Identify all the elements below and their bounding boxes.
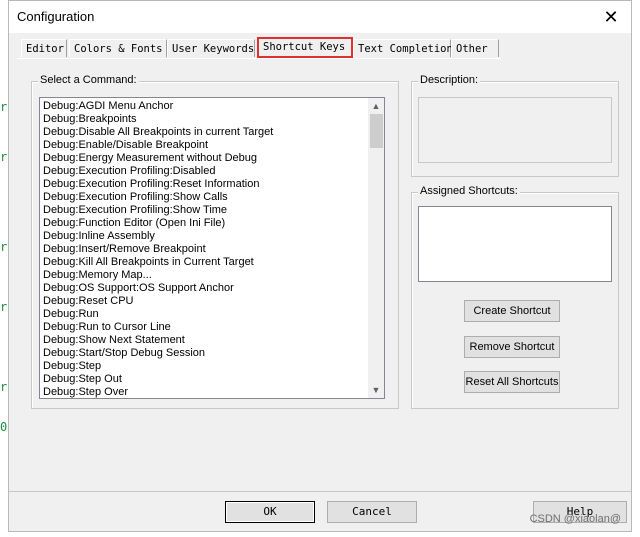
list-item[interactable]: Debug:Function Editor (Open Ini File) bbox=[43, 217, 363, 230]
list-item[interactable]: Debug:Execution Profiling:Reset Informat… bbox=[43, 178, 363, 191]
bg-code-glyph: r bbox=[0, 300, 8, 314]
background-editor-edge: r r r r r 0 bbox=[0, 0, 8, 537]
background-bottom-strip bbox=[0, 532, 640, 537]
command-items: Debug:AGDI Menu Anchor Debug:Breakpoints… bbox=[43, 100, 363, 398]
command-group: Select a Command: Debug:AGDI Menu Anchor… bbox=[31, 74, 399, 409]
remove-shortcut-button[interactable]: Remove Shortcut bbox=[464, 336, 560, 358]
footer-divider bbox=[9, 491, 631, 492]
command-group-label: Select a Command: bbox=[38, 74, 139, 86]
list-item[interactable]: Debug:Kill All Breakpoints in Current Ta… bbox=[43, 256, 363, 269]
list-item[interactable]: Debug:Memory Map... bbox=[43, 269, 363, 282]
scrollbar-thumb[interactable] bbox=[370, 114, 383, 148]
command-listbox[interactable]: Debug:AGDI Menu Anchor Debug:Breakpoints… bbox=[39, 97, 385, 399]
list-item[interactable]: Debug:Execution Profiling:Show Calls bbox=[43, 191, 363, 204]
shortcut-keys-panel: Select a Command: Debug:AGDI Menu Anchor… bbox=[23, 59, 623, 489]
tab-shortcut-keys[interactable]: Shortcut Keys bbox=[257, 37, 353, 58]
bg-code-glyph: r bbox=[0, 240, 8, 254]
assigned-shortcuts-listbox[interactable] bbox=[418, 206, 612, 282]
window-title: Configuration bbox=[17, 9, 95, 24]
close-icon[interactable]: ✕ bbox=[599, 5, 623, 29]
assigned-shortcuts-group: Assigned Shortcuts: Create Shortcut Remo… bbox=[411, 185, 619, 409]
bg-code-glyph: r bbox=[0, 380, 8, 394]
tab-user-keywords[interactable]: User Keywords bbox=[167, 39, 255, 57]
title-bar: Configuration ✕ bbox=[9, 1, 631, 33]
list-item[interactable]: Debug:Disable All Breakpoints in current… bbox=[43, 126, 363, 139]
list-item[interactable]: Debug:Start/Stop Debug Session bbox=[43, 347, 363, 360]
chevron-up-icon[interactable]: ▲ bbox=[368, 98, 384, 114]
list-item[interactable]: Debug:Insert/Remove Breakpoint bbox=[43, 243, 363, 256]
tab-colors-fonts[interactable]: Colors & Fonts bbox=[69, 39, 167, 57]
bg-code-glyph: 0 bbox=[0, 420, 8, 434]
list-item[interactable]: Debug:OS Support:OS Support Anchor bbox=[43, 282, 363, 295]
list-item[interactable]: Debug:Step bbox=[43, 360, 363, 373]
tab-text-completion[interactable]: Text Completion bbox=[353, 39, 453, 57]
list-item[interactable]: Debug:AGDI Menu Anchor bbox=[43, 100, 363, 113]
tab-editor[interactable]: Editor bbox=[21, 39, 67, 57]
list-item[interactable]: Debug:Run bbox=[43, 308, 363, 321]
create-shortcut-button[interactable]: Create Shortcut bbox=[464, 300, 560, 322]
command-scrollbar[interactable]: ▲ ▼ bbox=[368, 98, 384, 398]
description-label: Description: bbox=[418, 74, 481, 86]
list-item[interactable]: Debug:Breakpoints bbox=[43, 113, 363, 126]
list-item[interactable]: Debug:Step Over bbox=[43, 386, 363, 398]
bg-code-glyph: r bbox=[0, 150, 8, 164]
configuration-dialog: Configuration ✕ Editor Colors & Fonts Us… bbox=[8, 0, 632, 532]
list-item[interactable]: Debug:Step Out bbox=[43, 373, 363, 386]
list-item[interactable]: Debug:Inline Assembly bbox=[43, 230, 363, 243]
watermark-text: CSDN @xiaolan@ bbox=[529, 513, 621, 525]
chevron-down-icon[interactable]: ▼ bbox=[368, 382, 384, 398]
list-item[interactable]: Debug:Enable/Disable Breakpoint bbox=[43, 139, 363, 152]
description-group: Description: bbox=[411, 74, 619, 177]
ok-button[interactable]: OK bbox=[225, 501, 315, 523]
description-box bbox=[418, 97, 612, 163]
reset-all-shortcuts-button[interactable]: Reset All Shortcuts bbox=[464, 371, 560, 393]
tab-other[interactable]: Other bbox=[451, 39, 499, 57]
assigned-shortcuts-label: Assigned Shortcuts: bbox=[418, 185, 520, 197]
list-item[interactable]: Debug:Run to Cursor Line bbox=[43, 321, 363, 334]
list-item[interactable]: Debug:Reset CPU bbox=[43, 295, 363, 308]
list-item[interactable]: Debug:Execution Profiling:Disabled bbox=[43, 165, 363, 178]
list-item[interactable]: Debug:Execution Profiling:Show Time bbox=[43, 204, 363, 217]
list-item[interactable]: Debug:Energy Measurement without Debug bbox=[43, 152, 363, 165]
cancel-button[interactable]: Cancel bbox=[327, 501, 417, 523]
list-item[interactable]: Debug:Show Next Statement bbox=[43, 334, 363, 347]
bg-code-glyph: r bbox=[0, 100, 8, 114]
